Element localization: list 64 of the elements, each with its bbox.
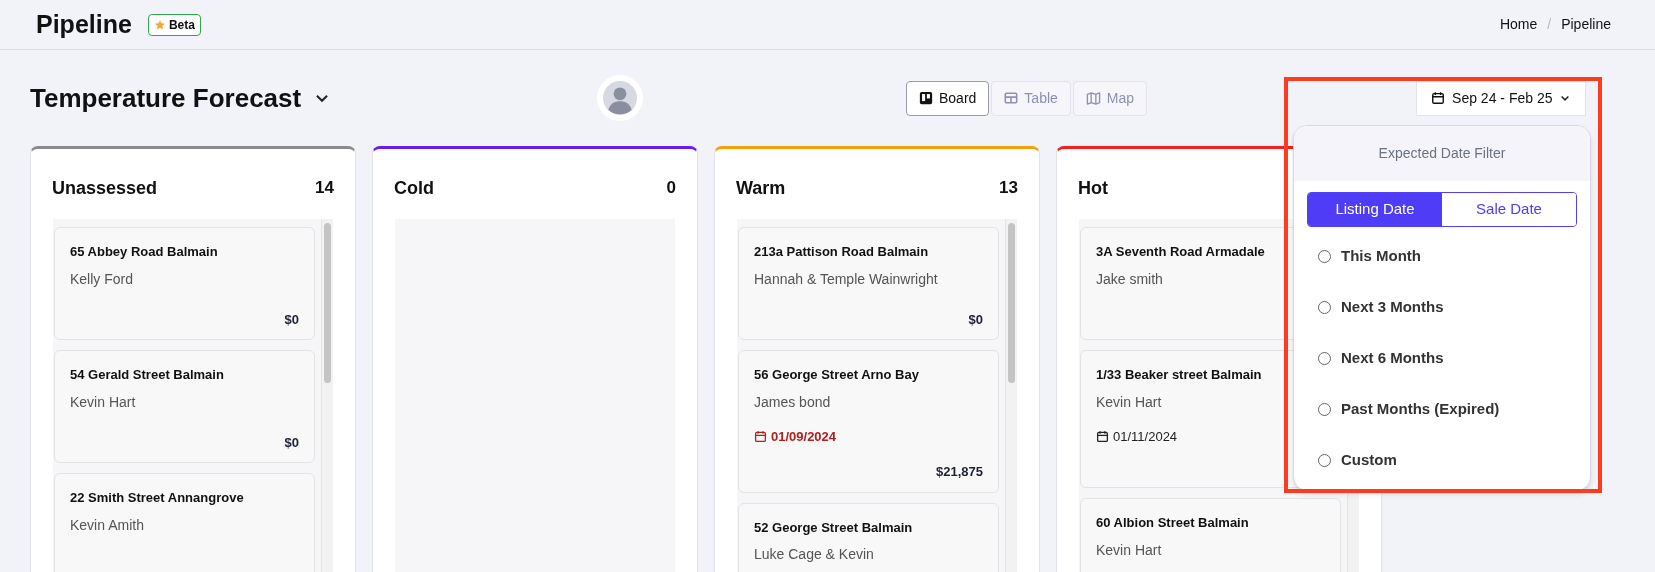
calendar-icon — [1096, 429, 1109, 443]
card-price: $21,875 — [936, 463, 983, 481]
calendar-icon — [1431, 91, 1446, 105]
card-address: 22 Smith Street Annangrove — [70, 489, 244, 507]
deal-card[interactable]: 56 George Street Arno Bay James bond 01/09/2024 $21,875 — [738, 350, 999, 493]
board-icon — [919, 91, 933, 105]
column-count: 14 — [315, 177, 334, 199]
card-address: 54 Gerald Street Balmain — [70, 366, 224, 384]
card-contact: Kevin Hart — [1096, 540, 1162, 560]
card-address: 3A Seventh Road Armadale — [1096, 243, 1265, 261]
card-date: 01/11/2024 — [1113, 427, 1178, 446]
radio-label[interactable]: Custom — [1341, 449, 1397, 472]
card-price: $0 — [968, 310, 983, 329]
date-range-button[interactable]: Sep 24 - Feb 25 — [1416, 80, 1587, 116]
column-title: Hot — [1078, 177, 1108, 200]
card-contact: Kevin Amith — [70, 515, 144, 535]
card-address: 65 Abbey Road Balmain — [70, 243, 218, 261]
radio-label[interactable]: This Month — [1341, 245, 1421, 268]
user-silhouette-icon — [603, 81, 637, 115]
view-toggle-button[interactable]: Board — [906, 80, 990, 116]
card-contact: James bond — [754, 392, 831, 412]
radio-label[interactable]: Next 6 Months — [1341, 347, 1444, 370]
avatar[interactable] — [597, 75, 643, 121]
badge-label: Beta — [168, 16, 195, 34]
table-icon — [1004, 91, 1019, 105]
date-type-tab[interactable]: Listing Date — [1308, 193, 1442, 226]
card-address: 213a Pattison Road Balmain — [754, 243, 929, 261]
card-address: 52 George Street Balmain — [754, 518, 913, 537]
breadcrumb-separator: / — [1547, 15, 1552, 34]
card-contact: Kelly Ford — [70, 269, 134, 289]
star-icon — [153, 18, 166, 31]
radio-label[interactable]: Next 3 Months — [1341, 296, 1444, 319]
card-price: $0 — [284, 433, 299, 452]
column-count: 13 — [999, 177, 1018, 199]
deal-card[interactable]: 65 Abbey Road Balmain Kelly Ford $0 — [54, 227, 315, 340]
scrollbar[interactable] — [1005, 219, 1017, 572]
column-title: Unassessed — [52, 177, 158, 200]
card-date: 01/09/2024 — [771, 427, 837, 446]
deal-card[interactable]: 213a Pattison Road Balmain Hannah & Temple Wainwright $0 — [738, 227, 999, 340]
breadcrumb-link[interactable]: Home — [1499, 14, 1538, 35]
card-contact: Kevin Hart — [1096, 392, 1162, 412]
column-title: Warm — [736, 177, 786, 200]
page-title: Pipeline — [36, 8, 132, 40]
card-contact: Luke Cage & Kevin — [754, 545, 874, 564]
card-address: 56 George Street Arno Bay — [754, 366, 919, 384]
card-address: 1/33 Beaker street Balmain — [1096, 366, 1262, 384]
deal-card[interactable]: 60 Albion Street Balmain Kevin Hart — [1080, 498, 1341, 572]
calendar-icon — [754, 429, 767, 443]
card-address: 60 Albion Street Balmain — [1096, 514, 1249, 532]
board-title: Temperature Forecast — [30, 81, 302, 115]
column-count: 0 — [666, 177, 676, 199]
map-icon — [1085, 90, 1101, 106]
card-price: $0 — [284, 310, 299, 329]
breadcrumb-link[interactable]: Pipeline — [1561, 14, 1611, 35]
card-contact: Hannah & Temple Wainwright — [754, 269, 938, 289]
column-title: Cold — [394, 177, 434, 200]
popup-title: Expected Date Filter — [1378, 144, 1506, 163]
card-contact: Kevin Hart — [70, 392, 136, 412]
deal-card[interactable]: 22 Smith Street Annangrove Kevin Amith — [54, 473, 315, 572]
scrollbar[interactable] — [321, 219, 333, 572]
deal-card[interactable]: 52 George Street Balmain Luke Cage & Kevin — [738, 502, 999, 572]
card-contact: Jake smith — [1096, 269, 1163, 289]
deal-card[interactable]: 54 Gerald Street Balmain Kevin Hart $0 — [54, 350, 315, 463]
radio-label[interactable]: Past Months (Expired) — [1341, 398, 1500, 421]
